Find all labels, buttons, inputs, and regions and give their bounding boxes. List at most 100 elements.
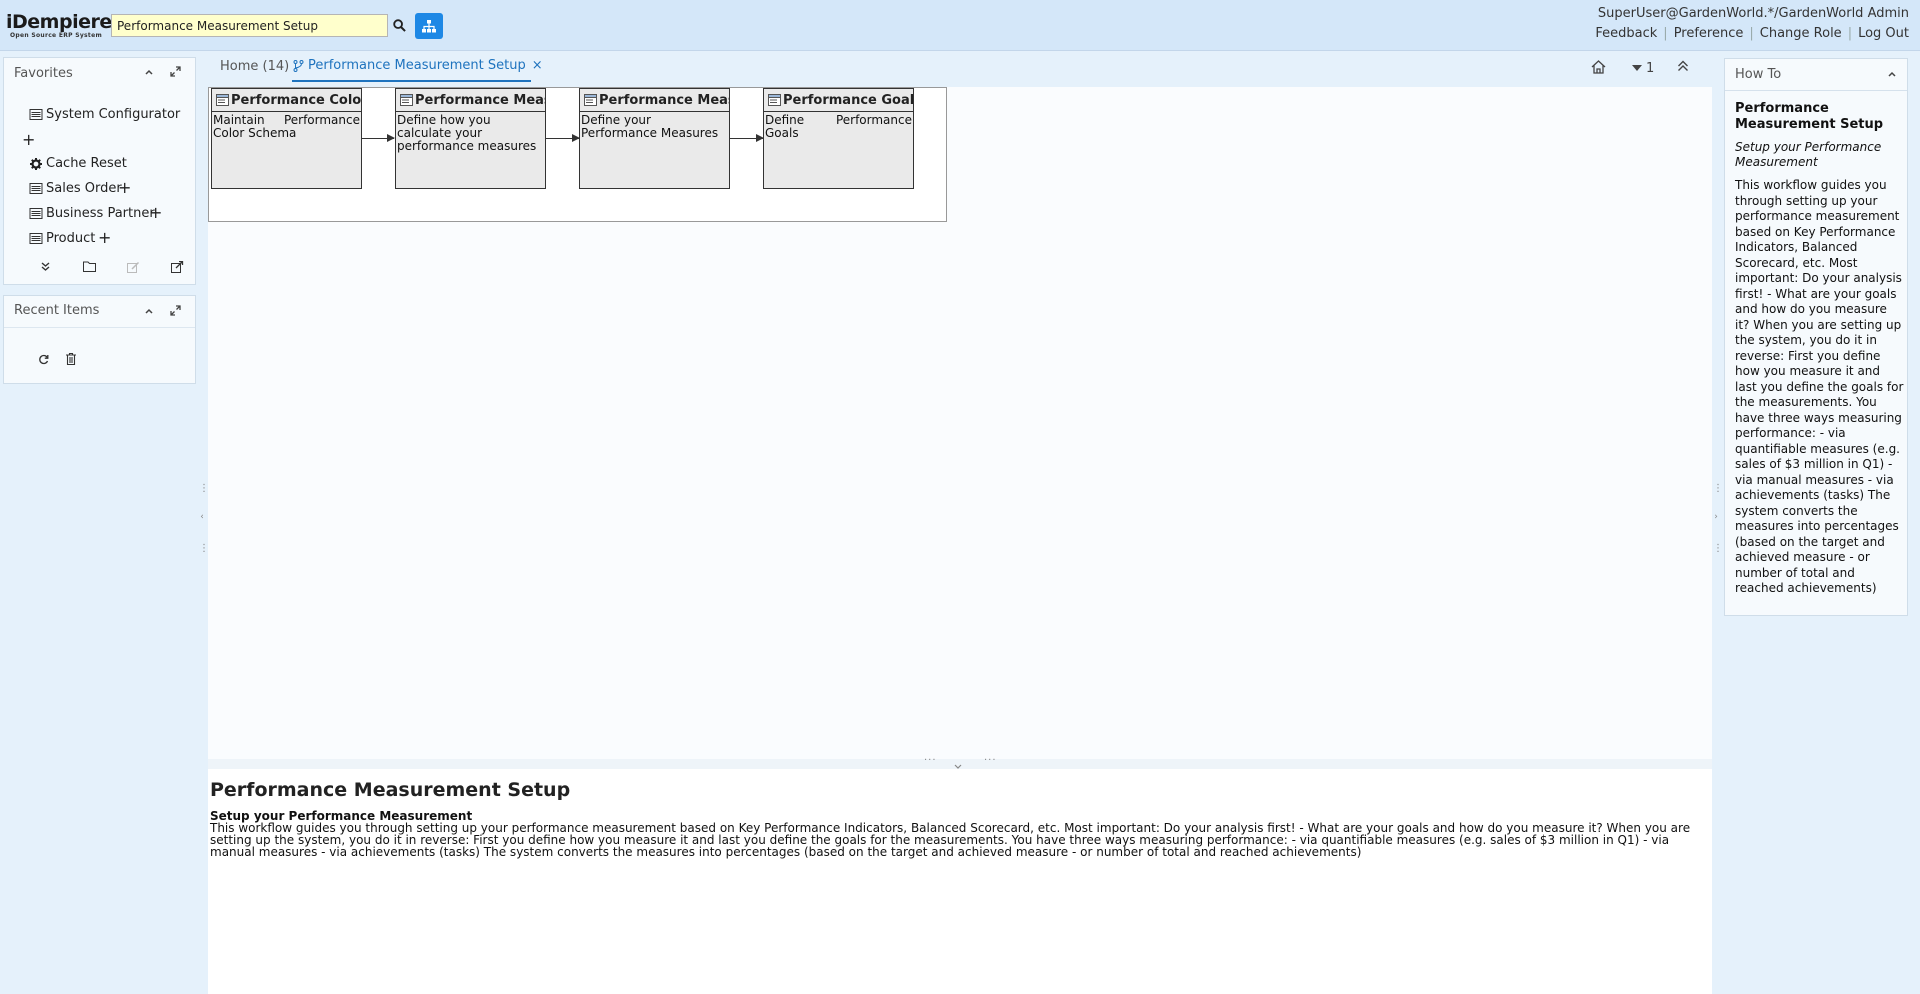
window-icon: [29, 233, 43, 244]
favorite-label: Business Partner: [46, 206, 155, 221]
refresh-icon[interactable]: [38, 354, 49, 369]
workflow-description-panel: [208, 769, 1712, 994]
favorites-panel: Favorites: [3, 57, 196, 285]
workflow-node[interactable]: Performance Color Schema Maintain Perfor…: [211, 88, 362, 189]
feedback-link[interactable]: Feedback: [1589, 26, 1663, 41]
folder-icon[interactable]: [83, 261, 96, 276]
divider: [1725, 90, 1907, 91]
share-icon[interactable]: [171, 260, 184, 277]
favorite-item-system-configurator[interactable]: System Configurator: [29, 107, 180, 122]
workflow-node[interactable]: Performance Measure Calculation Define h…: [395, 88, 546, 189]
node-header: Performance Measure: [580, 89, 729, 112]
splitter-handle[interactable]: ⋮: [1713, 484, 1723, 494]
edit-icon[interactable]: [127, 261, 140, 277]
how-to-title: How To: [1735, 67, 1782, 82]
favorite-label: Sales Order: [46, 181, 122, 196]
expand-all-icon[interactable]: [40, 261, 51, 276]
sitemap-icon: [422, 19, 436, 32]
how-to-subheading: Setup your Performance Measurement: [1735, 140, 1882, 169]
tab-home[interactable]: Home (14): [220, 59, 289, 74]
node-description: Define Performance Goals: [765, 113, 912, 140]
header-bar: iDempiere Open Source ERP System SuperUs…: [0, 0, 1920, 51]
how-to-body: This workflow guides you through setting…: [1735, 178, 1904, 595]
add-icon[interactable]: +: [22, 132, 35, 148]
favorite-label: Product: [46, 231, 96, 246]
splitter-dots: ···: [984, 755, 997, 766]
menu-tree-button[interactable]: [415, 13, 443, 39]
recent-items-panel: Recent Items: [3, 295, 196, 384]
trash-icon[interactable]: [66, 352, 76, 369]
connector-arrow: [362, 134, 395, 142]
add-icon[interactable]: +: [118, 180, 131, 196]
description-text: This workflow guides you through setting…: [210, 821, 1691, 859]
splitter-handle[interactable]: ⋮: [199, 544, 209, 554]
how-to-panel: How To Performance Measurement Setup Set…: [1724, 58, 1908, 616]
window-icon: [584, 94, 597, 106]
window-icon: [29, 109, 43, 120]
collapse-header-icon[interactable]: [1677, 60, 1689, 76]
node-description: Define how you calculate your performanc…: [397, 113, 537, 153]
window-icon: [216, 94, 229, 106]
app-logo[interactable]: iDempiere Open Source ERP System: [6, 11, 112, 39]
splitter-handle[interactable]: ⋮: [1713, 544, 1723, 554]
maximize-icon[interactable]: [170, 305, 181, 319]
user-info: SuperUser@GardenWorld.*/GardenWorld Admi…: [1597, 6, 1909, 21]
change-role-link[interactable]: Change Role: [1754, 26, 1848, 41]
node-title: Performance Goal: [783, 92, 913, 108]
favorite-item-cache-reset[interactable]: Cache Reset: [29, 156, 127, 171]
window-count-dropdown[interactable]: 1: [1632, 61, 1654, 76]
node-header: Performance Color Schema: [212, 89, 361, 112]
favorite-item-business-partner[interactable]: Business Partner: [29, 206, 155, 221]
node-title: Performance Measure Calculation: [415, 92, 545, 108]
global-search-input[interactable]: [111, 14, 388, 37]
favorite-item-sales-order[interactable]: Sales Order: [29, 181, 122, 196]
tab-indicator: [292, 80, 531, 82]
horizontal-splitter[interactable]: ··· ···: [208, 755, 1712, 769]
add-icon[interactable]: +: [98, 230, 111, 246]
workflow-icon: [293, 59, 304, 72]
splitter-handle[interactable]: ⋮: [199, 484, 209, 494]
node-title: Performance Measure: [599, 92, 729, 108]
collapse-icon[interactable]: [144, 66, 154, 80]
logo-text: iDempiere: [6, 11, 112, 33]
node-header: Performance Goal: [764, 89, 913, 112]
header-links: Feedback | Preference | Change Role | Log O…: [1589, 26, 1909, 41]
workflow-node[interactable]: Performance Measure Define your Performa…: [579, 88, 730, 189]
collapse-right-icon[interactable]: ›: [1713, 513, 1719, 522]
gear-icon: [30, 157, 42, 170]
favorite-label: System Configurator: [46, 107, 181, 122]
collapse-icon[interactable]: [144, 305, 154, 319]
search-icon: [392, 19, 406, 32]
logout-link[interactable]: Log Out: [1852, 26, 1909, 41]
node-description: Maintain Performance Color Schema: [213, 113, 360, 140]
window-icon: [400, 94, 413, 106]
splitter-dots: ···: [924, 755, 937, 766]
window-icon: [29, 208, 43, 219]
window-count: 1: [1646, 61, 1655, 76]
favorite-item-product[interactable]: Product: [29, 231, 95, 246]
caret-down-icon: [1632, 65, 1642, 71]
window-icon: [768, 94, 781, 106]
logo-subtext: Open Source ERP System: [10, 32, 103, 39]
home-icon[interactable]: [1591, 60, 1606, 78]
recent-items-title: Recent Items: [14, 303, 100, 318]
page-title: Performance Measurement Setup: [210, 779, 571, 801]
preference-link[interactable]: Preference: [1668, 26, 1750, 41]
close-icon[interactable]: ×: [532, 58, 543, 73]
workflow-diagram: Performance Color Schema Maintain Perfor…: [208, 87, 947, 222]
favorite-label: Cache Reset: [46, 156, 127, 171]
search-button[interactable]: [388, 13, 410, 38]
node-title: Performance Color Schema: [231, 92, 361, 108]
tab-performance-measurement-setup[interactable]: Performance Measurement Setup ×: [293, 58, 543, 73]
connector-arrow: [730, 134, 764, 142]
add-icon[interactable]: +: [149, 205, 162, 221]
collapse-left-icon[interactable]: ‹: [199, 513, 205, 522]
tab-label: Performance Measurement Setup: [308, 58, 526, 73]
node-description: Define your Performance Measures: [581, 113, 719, 140]
divider: [4, 327, 195, 328]
favorites-title: Favorites: [14, 66, 73, 81]
maximize-icon[interactable]: [170, 66, 181, 80]
workflow-node[interactable]: Performance Goal Define Performance Goal…: [763, 88, 914, 189]
collapse-icon[interactable]: [1887, 68, 1897, 83]
node-header: Performance Measure Calculation: [396, 89, 545, 112]
